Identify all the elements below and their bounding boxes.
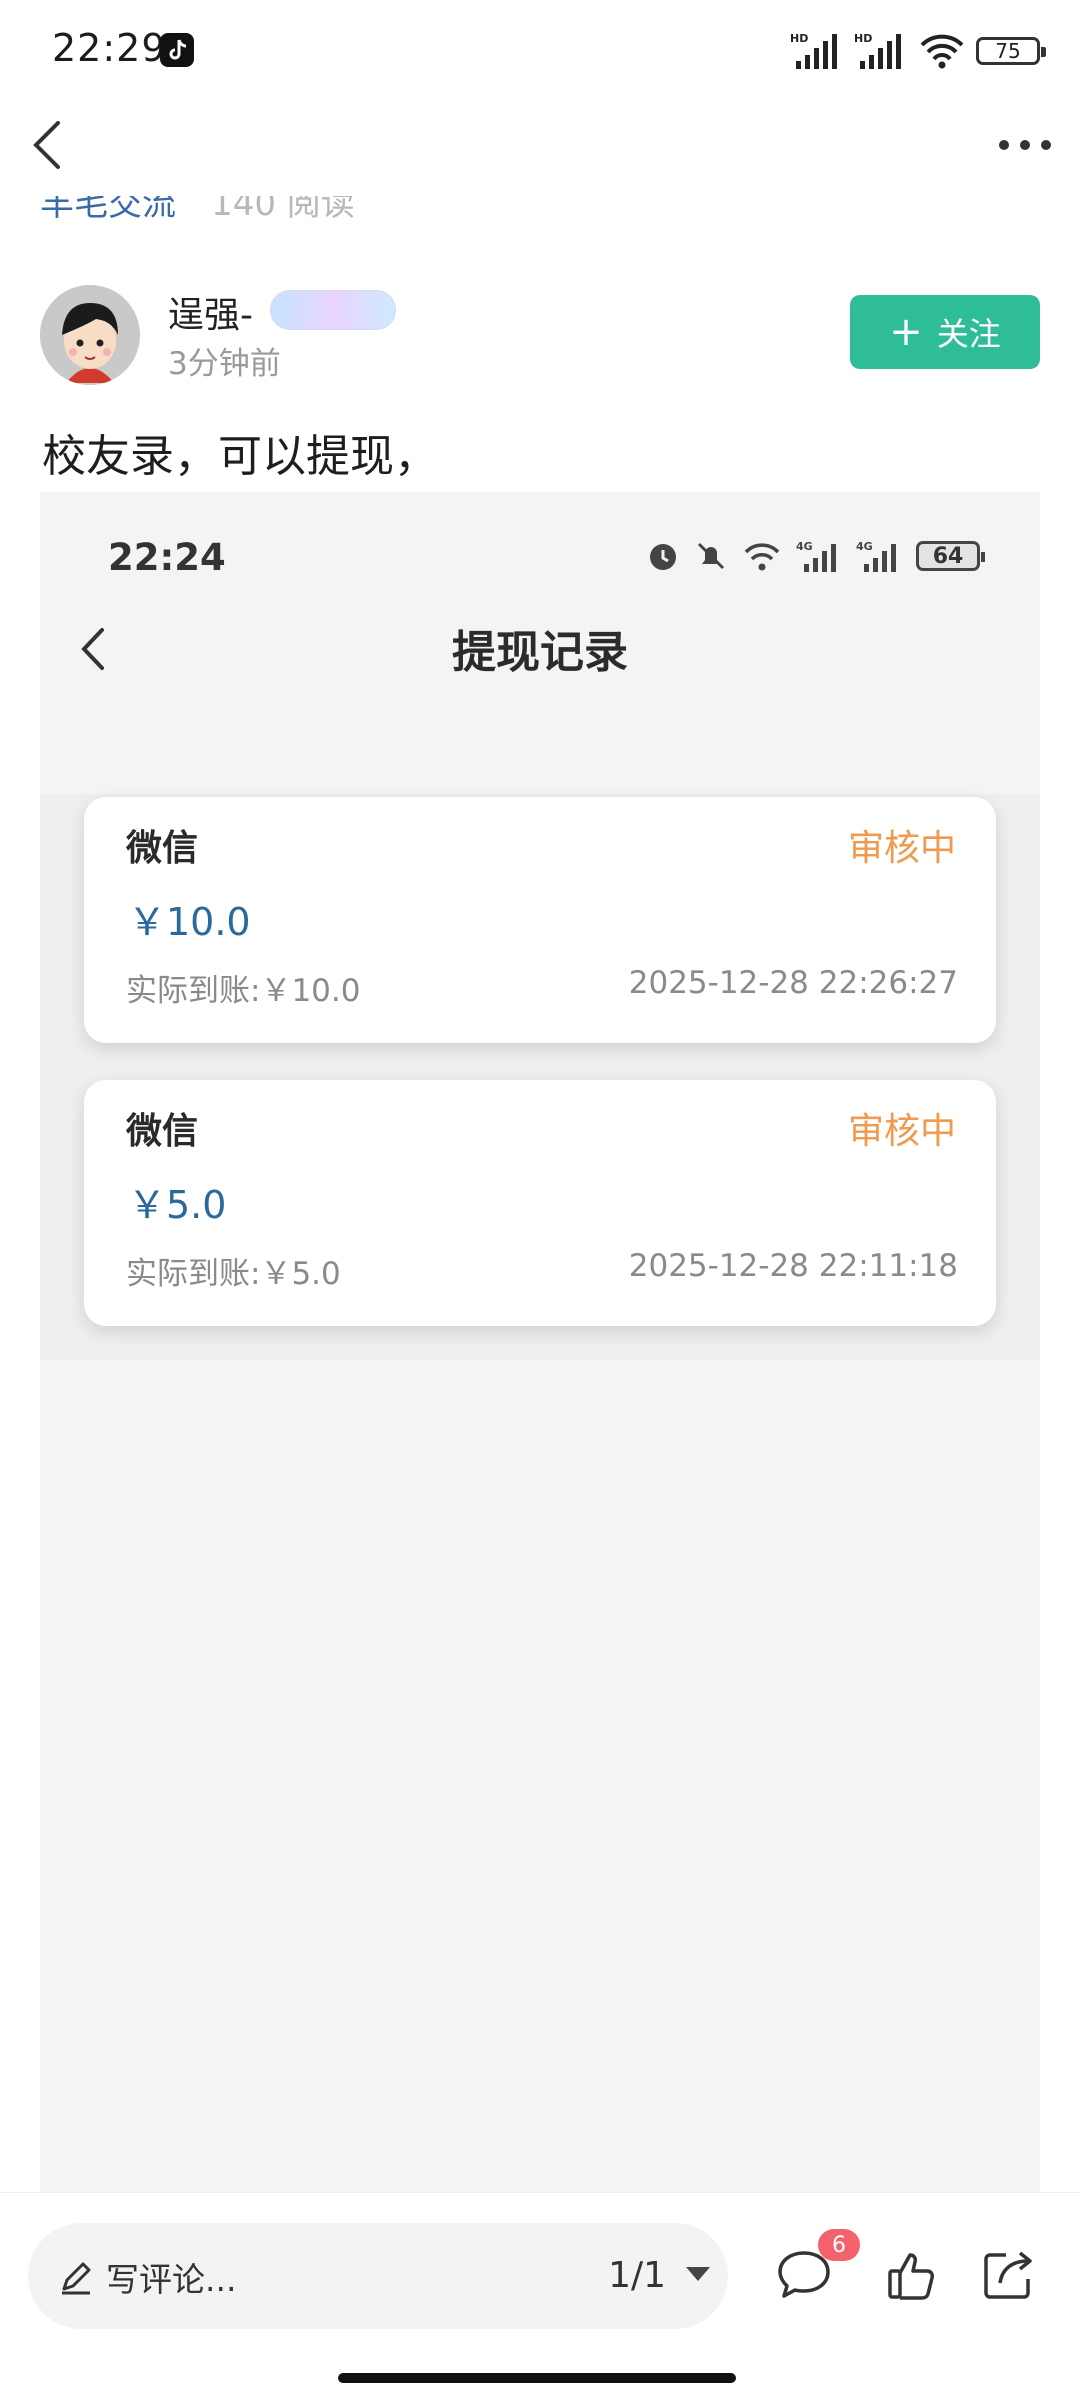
chevron-left-icon[interactable] <box>20 115 80 175</box>
author-name[interactable]: 逞强- <box>168 286 253 338</box>
tiktok-icon <box>160 33 194 67</box>
withdrawal-method: 微信 <box>126 828 199 869</box>
withdrawal-status: 审核中 <box>847 828 956 869</box>
battery-level: 75 <box>995 39 1021 63</box>
page-indicator[interactable]: 1/1 <box>608 2255 666 2296</box>
status-time: 22:29 <box>52 26 167 70</box>
wifi-icon <box>744 543 780 571</box>
embedded-status-icons: 4G 4G 64 <box>646 534 985 578</box>
bottom-action-bar: 写评论... 1/1 6 <box>0 2192 1080 2401</box>
svg-text:HD: HD <box>854 32 872 45</box>
status-icons: HD HD 75 <box>790 26 1046 76</box>
hd-signal-icon: HD <box>790 32 837 69</box>
home-indicator[interactable] <box>338 2373 736 2383</box>
battery-icon: 75 <box>976 37 1046 65</box>
svg-text:4G: 4G <box>796 540 813 553</box>
medal-badge-icon <box>270 290 396 330</box>
faded-post-header: 羊毛交流 140 阅读 <box>40 196 740 236</box>
embedded-status-time: 22:24 <box>108 536 226 579</box>
post-category[interactable]: 羊毛交流 <box>40 196 176 230</box>
withdrawal-method: 微信 <box>126 1111 199 1152</box>
pencil-icon <box>62 2262 91 2295</box>
comment-input[interactable]: 写评论... 1/1 <box>28 2223 728 2329</box>
bell-muted-icon <box>697 542 725 570</box>
more-horizontal-icon[interactable] <box>990 120 1060 170</box>
withdrawal-status: 审核中 <box>847 1111 956 1152</box>
embedded-battery-level: 64 <box>932 543 964 569</box>
follow-label: 关注 <box>936 315 1001 353</box>
withdrawal-record-card: 微信 审核中 ￥10.0 实际到账:￥10.0 2025-12-28 22:26… <box>84 797 996 1043</box>
embedded-page-title: 提现记录 <box>452 627 628 678</box>
comment-placeholder: 写评论... <box>106 2260 237 2299</box>
alarm-icon <box>650 544 676 570</box>
read-count: 140 阅读 <box>211 196 355 224</box>
embedded-screenshot-image[interactable]: 22:24 4G 4G 64 提现记录 微信 审核中 ￥10.0 实际到账:￥1… <box>40 492 1040 2192</box>
hd-signal-icon: HD <box>854 32 901 69</box>
withdrawal-datetime: 2025-12-28 22:11:18 <box>628 1248 958 1284</box>
4g-signal-icon: 4G <box>796 540 836 572</box>
4g-signal-icon: 4G <box>856 540 896 572</box>
avatar[interactable] <box>40 285 140 385</box>
withdrawal-actual-amount: 实际到账:￥5.0 <box>126 1256 341 1292</box>
wifi-icon <box>920 34 964 69</box>
post-time: 3分钟前 <box>168 346 281 382</box>
withdrawal-datetime: 2025-12-28 22:26:27 <box>628 965 958 1001</box>
share-icon[interactable] <box>976 2243 1040 2307</box>
plus-icon: + <box>889 309 923 355</box>
withdrawal-record-card: 微信 审核中 ￥5.0 实际到账:￥5.0 2025-12-28 22:11:1… <box>84 1080 996 1326</box>
svg-text:4G: 4G <box>856 540 873 553</box>
withdrawal-amount: ￥5.0 <box>128 1183 227 1227</box>
follow-button[interactable]: + 关注 <box>850 295 1040 369</box>
svg-text:HD: HD <box>790 32 808 45</box>
embedded-battery-icon: 64 <box>916 541 985 571</box>
comment-count-badge: 6 <box>818 2229 860 2261</box>
caret-down-icon[interactable] <box>686 2267 710 2281</box>
withdrawal-actual-amount: 实际到账:￥10.0 <box>126 973 361 1009</box>
thumbs-up-icon[interactable] <box>880 2243 944 2307</box>
post-text: 校友录，可以提现， <box>42 431 438 482</box>
withdrawal-amount: ￥10.0 <box>128 900 251 944</box>
